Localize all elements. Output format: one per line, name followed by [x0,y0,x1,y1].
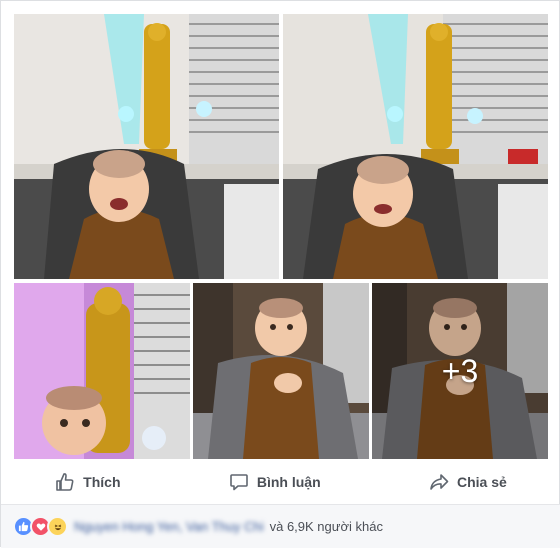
comment-button[interactable]: Bình luận [219,466,331,498]
like-button[interactable]: Thích [45,466,130,498]
thumbs-up-icon [56,472,74,491]
share-button[interactable]: Chia sẻ [419,466,517,498]
comment-label: Bình luận [256,473,321,490]
haha-reaction-icon [47,516,68,537]
photo-3-image [14,283,190,459]
post-photo-4[interactable] [193,283,369,459]
share-icon [430,473,449,490]
share-label: Chia sẻ [456,473,507,490]
post-photo-2[interactable] [283,14,548,279]
post-action-bar: Thích Bình luận Chia sẻ [1,459,560,505]
facebook-post: +3 Thích Bình luận Chia sẻ Nguyen Hong Y… [0,0,560,548]
reactor-names-link[interactable]: Nguyen Hong Yen, Van Thuy Chi [74,519,264,534]
post-photo-1[interactable] [14,14,279,279]
post-photo-5[interactable]: +3 [372,283,548,459]
like-label: Thích [83,473,121,490]
photo-1-image [14,14,279,279]
photo-4-image [193,283,369,459]
comment-icon [230,473,248,490]
more-photos-overlay[interactable]: +3 [372,283,548,459]
reactions-summary[interactable]: Nguyen Hong Yen, Van Thuy Chi và 6,9K ng… [1,505,560,548]
reaction-others-count[interactable]: và 6,9K người khác [270,519,383,534]
photo-2-image [283,14,548,279]
more-photos-count: +3 [441,352,479,389]
post-photo-3[interactable] [14,283,190,459]
reaction-icons [13,516,68,537]
